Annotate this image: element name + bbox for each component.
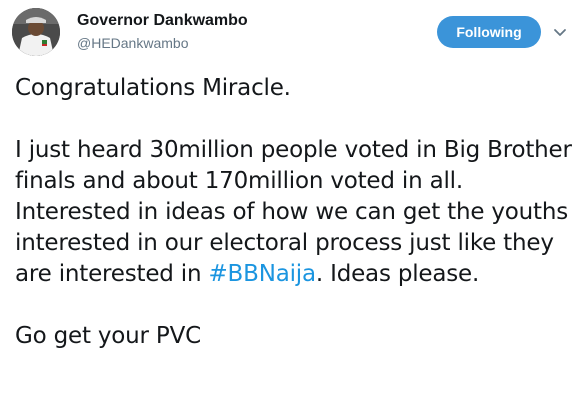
tweet-line-pvc: Go get your PVC xyxy=(15,323,201,349)
profile-photo-icon xyxy=(12,8,60,56)
tweet-line-congratulations: Congratulations Miracle. xyxy=(15,75,291,101)
tweet-text: Congratulations Miracle. I just heard 30… xyxy=(15,73,573,352)
author-handle[interactable]: @HEDankwambo xyxy=(77,35,188,51)
tweet-paragraph-main: I just heard 30million people voted in B… xyxy=(15,135,573,290)
chevron-down-icon[interactable] xyxy=(552,24,568,40)
hashtag-link[interactable]: #BBNaija xyxy=(208,261,316,287)
author-name[interactable]: Governor Dankwambo xyxy=(77,12,248,30)
tweet-card: Governor Dankwambo @HEDankwambo Followin… xyxy=(0,0,580,401)
tweet-text-segment: . Ideas please. xyxy=(315,261,480,287)
avatar[interactable] xyxy=(12,8,60,56)
tweet-header: Governor Dankwambo @HEDankwambo Followin… xyxy=(0,0,580,64)
following-button[interactable]: Following xyxy=(437,16,541,48)
